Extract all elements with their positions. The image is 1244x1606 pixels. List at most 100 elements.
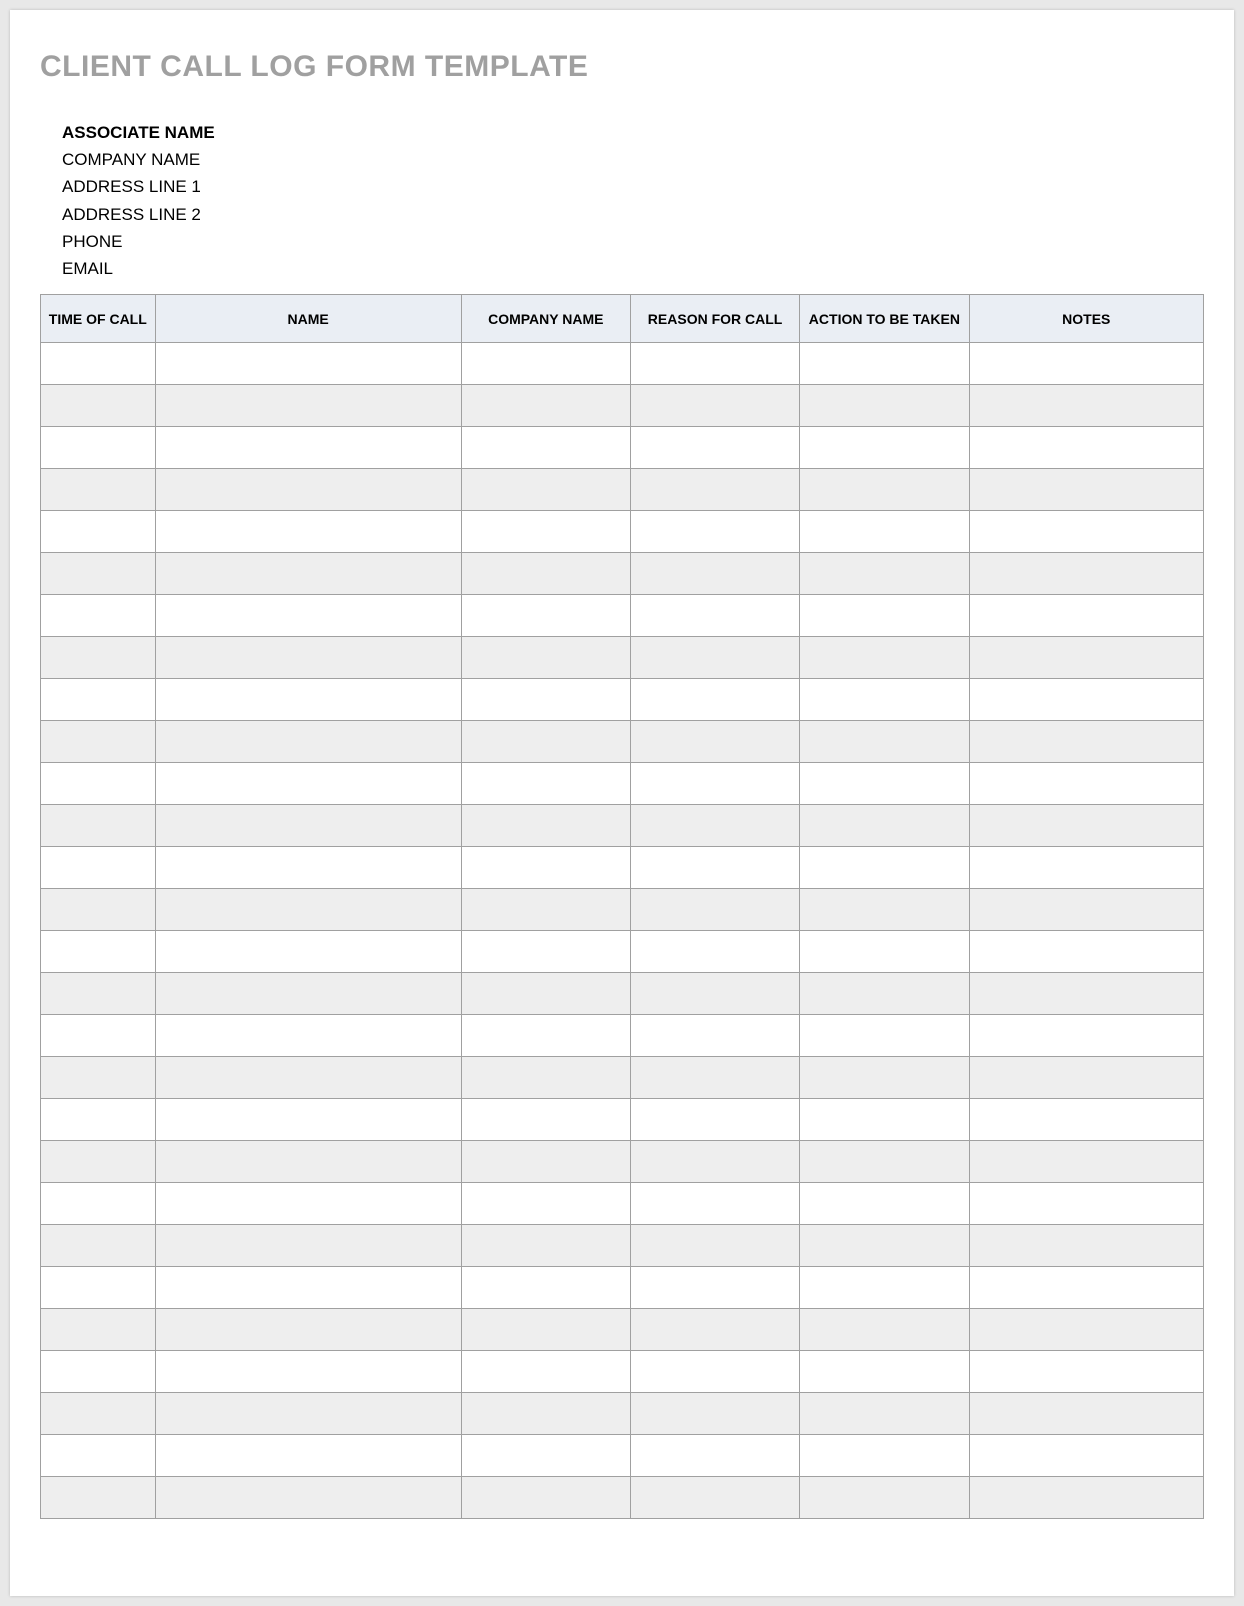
table-cell[interactable] bbox=[155, 973, 461, 1015]
table-cell[interactable] bbox=[41, 469, 156, 511]
table-cell[interactable] bbox=[155, 1099, 461, 1141]
table-cell[interactable] bbox=[155, 1141, 461, 1183]
table-cell[interactable] bbox=[800, 427, 969, 469]
table-cell[interactable] bbox=[41, 1393, 156, 1435]
table-cell[interactable] bbox=[155, 805, 461, 847]
table-cell[interactable] bbox=[969, 1141, 1203, 1183]
table-cell[interactable] bbox=[630, 1015, 799, 1057]
table-cell[interactable] bbox=[461, 763, 630, 805]
table-cell[interactable] bbox=[800, 931, 969, 973]
table-cell[interactable] bbox=[155, 1183, 461, 1225]
table-cell[interactable] bbox=[969, 1267, 1203, 1309]
table-cell[interactable] bbox=[800, 1015, 969, 1057]
table-cell[interactable] bbox=[461, 1015, 630, 1057]
table-cell[interactable] bbox=[41, 595, 156, 637]
table-cell[interactable] bbox=[800, 343, 969, 385]
table-cell[interactable] bbox=[969, 469, 1203, 511]
table-cell[interactable] bbox=[461, 1435, 630, 1477]
table-cell[interactable] bbox=[155, 931, 461, 973]
table-cell[interactable] bbox=[800, 595, 969, 637]
table-cell[interactable] bbox=[155, 1393, 461, 1435]
table-cell[interactable] bbox=[155, 763, 461, 805]
table-cell[interactable] bbox=[630, 889, 799, 931]
table-cell[interactable] bbox=[155, 1267, 461, 1309]
table-cell[interactable] bbox=[155, 1435, 461, 1477]
table-cell[interactable] bbox=[969, 679, 1203, 721]
table-cell[interactable] bbox=[800, 679, 969, 721]
table-cell[interactable] bbox=[969, 553, 1203, 595]
table-cell[interactable] bbox=[630, 973, 799, 1015]
table-cell[interactable] bbox=[969, 931, 1203, 973]
table-cell[interactable] bbox=[155, 385, 461, 427]
table-cell[interactable] bbox=[461, 637, 630, 679]
table-cell[interactable] bbox=[630, 1393, 799, 1435]
table-cell[interactable] bbox=[969, 1309, 1203, 1351]
table-cell[interactable] bbox=[800, 1057, 969, 1099]
table-cell[interactable] bbox=[969, 889, 1203, 931]
table-cell[interactable] bbox=[969, 1393, 1203, 1435]
table-cell[interactable] bbox=[155, 1015, 461, 1057]
table-cell[interactable] bbox=[800, 469, 969, 511]
table-cell[interactable] bbox=[630, 1099, 799, 1141]
table-cell[interactable] bbox=[461, 889, 630, 931]
table-cell[interactable] bbox=[41, 385, 156, 427]
table-cell[interactable] bbox=[461, 595, 630, 637]
table-cell[interactable] bbox=[41, 427, 156, 469]
table-cell[interactable] bbox=[800, 973, 969, 1015]
table-cell[interactable] bbox=[630, 1477, 799, 1519]
table-cell[interactable] bbox=[800, 637, 969, 679]
table-cell[interactable] bbox=[461, 1309, 630, 1351]
table-cell[interactable] bbox=[155, 1057, 461, 1099]
table-cell[interactable] bbox=[461, 1477, 630, 1519]
table-cell[interactable] bbox=[41, 511, 156, 553]
table-cell[interactable] bbox=[969, 343, 1203, 385]
table-cell[interactable] bbox=[630, 469, 799, 511]
table-cell[interactable] bbox=[41, 1351, 156, 1393]
table-cell[interactable] bbox=[461, 511, 630, 553]
table-cell[interactable] bbox=[969, 511, 1203, 553]
table-cell[interactable] bbox=[630, 553, 799, 595]
table-cell[interactable] bbox=[461, 1099, 630, 1141]
table-cell[interactable] bbox=[155, 637, 461, 679]
table-cell[interactable] bbox=[41, 1477, 156, 1519]
table-cell[interactable] bbox=[41, 889, 156, 931]
table-cell[interactable] bbox=[630, 1183, 799, 1225]
table-cell[interactable] bbox=[41, 847, 156, 889]
table-cell[interactable] bbox=[461, 679, 630, 721]
table-cell[interactable] bbox=[155, 595, 461, 637]
table-cell[interactable] bbox=[461, 1351, 630, 1393]
table-cell[interactable] bbox=[41, 343, 156, 385]
table-cell[interactable] bbox=[41, 1225, 156, 1267]
table-cell[interactable] bbox=[630, 931, 799, 973]
table-cell[interactable] bbox=[630, 595, 799, 637]
table-cell[interactable] bbox=[155, 889, 461, 931]
table-cell[interactable] bbox=[800, 721, 969, 763]
table-cell[interactable] bbox=[41, 1183, 156, 1225]
table-cell[interactable] bbox=[630, 847, 799, 889]
table-cell[interactable] bbox=[630, 1309, 799, 1351]
table-cell[interactable] bbox=[461, 1183, 630, 1225]
table-cell[interactable] bbox=[969, 721, 1203, 763]
table-cell[interactable] bbox=[969, 1183, 1203, 1225]
table-cell[interactable] bbox=[969, 1477, 1203, 1519]
table-cell[interactable] bbox=[630, 1267, 799, 1309]
table-cell[interactable] bbox=[41, 763, 156, 805]
table-cell[interactable] bbox=[461, 847, 630, 889]
table-cell[interactable] bbox=[630, 763, 799, 805]
table-cell[interactable] bbox=[800, 1099, 969, 1141]
table-cell[interactable] bbox=[630, 1351, 799, 1393]
table-cell[interactable] bbox=[461, 973, 630, 1015]
table-cell[interactable] bbox=[155, 427, 461, 469]
table-cell[interactable] bbox=[461, 931, 630, 973]
table-cell[interactable] bbox=[155, 1309, 461, 1351]
table-cell[interactable] bbox=[969, 805, 1203, 847]
table-cell[interactable] bbox=[800, 1141, 969, 1183]
table-cell[interactable] bbox=[800, 889, 969, 931]
table-cell[interactable] bbox=[630, 1435, 799, 1477]
table-cell[interactable] bbox=[800, 385, 969, 427]
table-cell[interactable] bbox=[969, 973, 1203, 1015]
table-cell[interactable] bbox=[630, 511, 799, 553]
table-cell[interactable] bbox=[969, 1099, 1203, 1141]
table-cell[interactable] bbox=[155, 1225, 461, 1267]
table-cell[interactable] bbox=[630, 385, 799, 427]
